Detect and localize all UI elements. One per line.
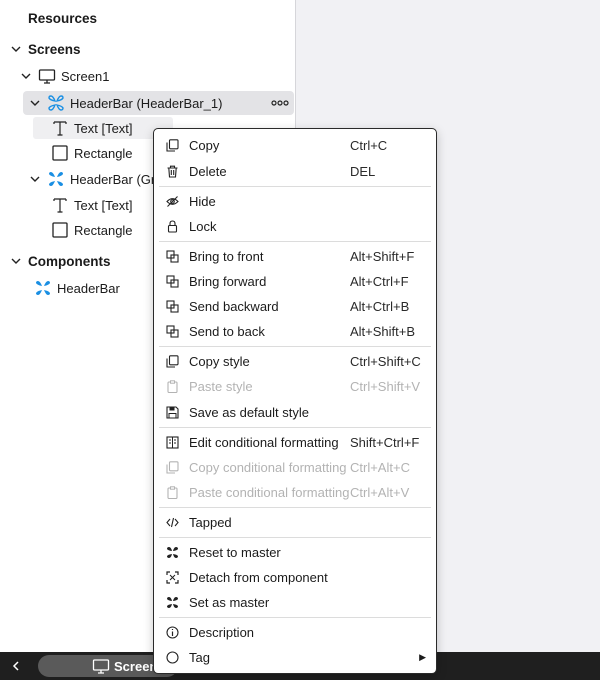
rectangle-icon — [51, 221, 69, 239]
bring-to-front-icon — [165, 249, 179, 263]
send-backward-icon — [165, 299, 179, 313]
chevron-down-icon[interactable] — [29, 173, 41, 185]
submenu-arrow-icon: ▶ — [419, 651, 426, 662]
tag-circle-icon — [165, 650, 179, 664]
tree-item-label: Rectangle — [74, 222, 133, 238]
menu-separator — [159, 617, 431, 618]
screens-label: Screens — [28, 41, 81, 57]
menu-item-hide[interactable]: Hide — [160, 189, 430, 213]
menu-item-save-default-style[interactable]: Save as default style — [160, 400, 430, 424]
component-master-icon — [47, 170, 65, 188]
tree-item-label: Text [Text] — [74, 197, 133, 213]
bring-forward-icon — [165, 274, 179, 288]
context-menu: Copy Ctrl+C Delete DEL Hide Lock Bring t… — [153, 128, 437, 674]
tree-item-label: HeaderBar (Gre — [70, 171, 163, 187]
menu-item-tapped[interactable]: Tapped — [160, 510, 430, 534]
copy-icon — [165, 460, 179, 474]
tree-item-label: HeaderBar — [57, 280, 120, 296]
chevron-down-icon[interactable] — [20, 70, 32, 82]
eye-off-icon — [165, 194, 179, 208]
chevron-down-icon[interactable] — [29, 97, 41, 109]
copy-icon — [165, 138, 179, 152]
tree-item-rectangle-2[interactable]: Rectangle — [51, 218, 133, 242]
menu-item-copy[interactable]: Copy Ctrl+C — [160, 133, 430, 157]
menu-item-edit-conditional-formatting[interactable]: Edit conditional formatting Shift+Ctrl+F — [160, 430, 430, 454]
menu-separator — [159, 537, 431, 538]
menu-item-delete[interactable]: Delete DEL — [160, 159, 430, 183]
components-label: Components — [28, 253, 111, 269]
lock-icon — [165, 219, 179, 233]
component-master-icon — [165, 595, 179, 609]
screens-section[interactable]: Screens — [10, 37, 81, 61]
tree-item-screen1[interactable]: Screen1 — [20, 64, 109, 88]
menu-item-copy-conditional-formatting: Copy conditional formatting Ctrl+Alt+C — [160, 455, 430, 479]
menu-item-send-to-back[interactable]: Send to back Alt+Shift+B — [160, 319, 430, 343]
tree-item-label: HeaderBar (HeaderBar_1) — [70, 95, 223, 111]
tree-item-label: Text [Text] — [74, 120, 133, 136]
tree-item-text-1[interactable]: Text [Text] — [51, 116, 133, 140]
text-icon — [51, 196, 69, 214]
menu-separator — [159, 427, 431, 428]
menu-item-copy-style[interactable]: Copy style Ctrl+Shift+C — [160, 349, 430, 373]
conditional-formatting-icon — [165, 435, 179, 449]
menu-separator — [159, 186, 431, 187]
chevron-left-icon[interactable] — [8, 658, 24, 674]
tree-item-text-2[interactable]: Text [Text] — [51, 193, 133, 217]
tree-item-rectangle-1[interactable]: Rectangle — [51, 141, 133, 165]
detach-icon — [165, 570, 179, 584]
resources-heading[interactable]: Resources — [28, 6, 97, 30]
menu-item-bring-forward[interactable]: Bring forward Alt+Ctrl+F — [160, 269, 430, 293]
component-master-icon — [34, 279, 52, 297]
menu-item-bring-to-front[interactable]: Bring to front Alt+Shift+F — [160, 244, 430, 268]
menu-item-reset-to-master[interactable]: Reset to master — [160, 540, 430, 564]
trash-icon — [165, 164, 179, 178]
rectangle-icon — [51, 144, 69, 162]
menu-separator — [159, 346, 431, 347]
menu-separator — [159, 241, 431, 242]
info-icon — [165, 625, 179, 639]
menu-item-send-backward[interactable]: Send backward Alt+Ctrl+B — [160, 294, 430, 318]
menu-item-detach-from-component[interactable]: Detach from component — [160, 565, 430, 589]
menu-item-set-as-master[interactable]: Set as master — [160, 590, 430, 614]
paste-style-icon — [165, 379, 179, 393]
menu-separator — [159, 507, 431, 508]
components-section[interactable]: Components — [10, 249, 111, 273]
save-icon — [165, 405, 179, 419]
menu-item-tag[interactable]: Tag ▶ — [160, 645, 430, 669]
menu-item-paste-conditional-formatting: Paste conditional formatting Ctrl+Alt+V — [160, 480, 430, 504]
tree-item-label: Rectangle — [74, 145, 133, 161]
monitor-icon — [38, 67, 56, 85]
chevron-down-icon[interactable] — [10, 43, 22, 55]
menu-item-lock[interactable]: Lock — [160, 214, 430, 238]
menu-item-paste-style: Paste style Ctrl+Shift+V — [160, 374, 430, 398]
text-icon — [51, 119, 69, 137]
screen-tab-label: Screen — [114, 658, 158, 674]
send-to-back-icon — [165, 324, 179, 338]
component-instance-icon — [47, 94, 65, 112]
tree-item-headerbar-2[interactable]: HeaderBar (Gre — [29, 167, 162, 191]
tree-item-headerbar-1[interactable]: HeaderBar (HeaderBar_1) — [29, 91, 222, 115]
copy-style-icon — [165, 354, 179, 368]
chevron-down-icon[interactable] — [10, 255, 22, 267]
resources-label: Resources — [28, 10, 98, 26]
component-master-icon — [165, 545, 179, 559]
menu-item-description[interactable]: Description — [160, 620, 430, 644]
code-icon — [165, 515, 179, 529]
paste-icon — [165, 485, 179, 499]
tree-item-component-headerbar[interactable]: HeaderBar — [34, 276, 120, 300]
tree-item-label: Screen1 — [61, 68, 110, 84]
monitor-icon — [92, 657, 110, 675]
more-options-icon[interactable] — [270, 95, 290, 111]
